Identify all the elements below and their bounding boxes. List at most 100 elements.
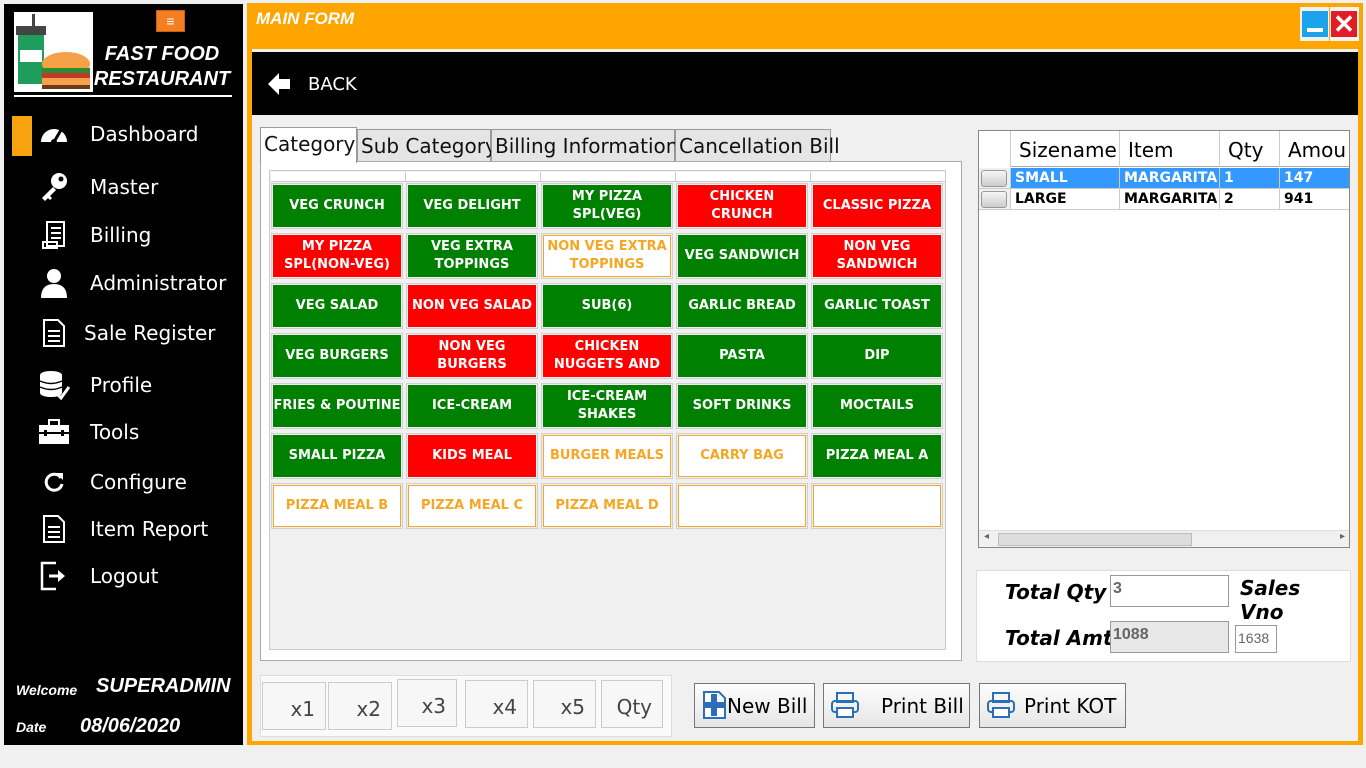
column-header-qty[interactable]: Qty [1220, 131, 1280, 167]
category-button-label: ICE-CREAM SHAKES [543, 385, 671, 427]
horizontal-scrollbar[interactable]: ◂ ▸ [979, 530, 1349, 547]
category-button[interactable]: VEG DELIGHT [406, 183, 538, 229]
category-button[interactable]: VEG SANDWICH [676, 233, 808, 279]
sidebar-item-configure[interactable]: Configure [4, 463, 243, 501]
category-button[interactable]: CHICKEN CRUNCH [676, 183, 808, 229]
sidebar-item-administrator[interactable]: Administrator [4, 264, 243, 302]
qty-x3-button[interactable]: x3 [397, 679, 457, 727]
category-button[interactable]: FRIES & POUTINE [271, 383, 403, 429]
toolbox-icon [37, 415, 71, 449]
category-button[interactable] [811, 483, 943, 529]
column-header-item[interactable]: Item [1120, 131, 1220, 167]
cell-item: MARGARITA [1120, 168, 1220, 189]
restaurant-logo [14, 12, 93, 92]
sidebar-item-dashboard[interactable]: Dashboard [4, 115, 243, 153]
row-selector[interactable] [979, 168, 1011, 189]
category-button-label: NON VEG EXTRA TOPPINGS [543, 235, 671, 277]
category-button[interactable]: NON VEG SANDWICH [811, 233, 943, 279]
category-button[interactable]: PIZZA MEAL C [406, 483, 538, 529]
category-button[interactable]: MOCTAILS [811, 383, 943, 429]
category-button[interactable]: VEG SALAD [271, 283, 403, 329]
qty-x5-button[interactable]: x5 [533, 680, 596, 728]
category-button[interactable]: ICE-CREAM [406, 383, 538, 429]
hamburger-icon[interactable]: ≡ [156, 10, 185, 32]
category-button[interactable]: NON VEG SALAD [406, 283, 538, 329]
category-button-label: PIZZA MEAL B [273, 485, 401, 527]
column-header-sizename[interactable]: Sizename [1011, 131, 1120, 167]
table-row[interactable]: LARGE MARGARITA 2 941 [979, 189, 1349, 210]
print-kot-button[interactable]: Print KOT [979, 683, 1126, 728]
sidebar-item-master[interactable]: Master [4, 168, 243, 206]
tab-cancellation-bill[interactable]: Cancellation Bill [675, 129, 840, 162]
category-button[interactable]: MY PIZZA SPL(NON-VEG) [271, 233, 403, 279]
tab-billing-information[interactable]: Billing Information [491, 129, 678, 162]
welcome-user: SUPERADMIN [96, 675, 231, 697]
sidebar-item-item-report[interactable]: Item Report [4, 510, 243, 548]
category-button[interactable]: ICE-CREAM SHAKES [541, 383, 673, 429]
category-button[interactable]: DIP [811, 333, 943, 379]
category-button-label: SOFT DRINKS [678, 385, 806, 427]
category-button[interactable]: VEG CRUNCH [271, 183, 403, 229]
qty-x1-button[interactable]: x1 [262, 682, 326, 730]
category-button[interactable]: PIZZA MEAL D [541, 483, 673, 529]
minimize-button[interactable] [1300, 7, 1329, 41]
category-button[interactable]: CLASSIC PIZZA [811, 183, 943, 229]
sidebar-item-label: Billing [90, 223, 152, 247]
row-selector[interactable] [979, 189, 1011, 210]
sidebar-item-profile[interactable]: Profile [4, 366, 243, 404]
tab-sub-category[interactable]: Sub Category [357, 129, 497, 162]
close-button[interactable]: ✕ [1330, 7, 1359, 41]
sidebar-item-tools[interactable]: Tools [4, 413, 243, 451]
tab-category[interactable]: Category [260, 127, 357, 163]
category-button[interactable]: SUB(6) [541, 283, 673, 329]
category-button[interactable]: VEG BURGERS [271, 333, 403, 379]
sidebar-item-label: Tools [90, 420, 140, 444]
print-bill-button[interactable]: Print Bill [823, 683, 970, 728]
category-button[interactable]: SMALL PIZZA [271, 433, 403, 479]
sidebar-item-sale-register[interactable]: Sale Register [4, 314, 243, 352]
category-button[interactable]: PASTA [676, 333, 808, 379]
category-button-label: ICE-CREAM [408, 385, 536, 427]
new-bill-button[interactable]: New Bill [694, 683, 815, 728]
category-button[interactable]: GARLIC TOAST [811, 283, 943, 329]
arrow-left-icon [266, 71, 292, 102]
scrollbar-thumb[interactable] [998, 533, 1192, 546]
category-button-label: VEG CRUNCH [273, 185, 401, 227]
category-button[interactable]: NON VEG EXTRA TOPPINGS [541, 233, 673, 279]
sidebar-item-logout[interactable]: Logout [4, 557, 243, 595]
back-bar[interactable]: BACK [252, 52, 1358, 115]
category-button-label: SUB(6) [543, 285, 671, 327]
category-button[interactable]: MY PIZZA SPL(VEG) [541, 183, 673, 229]
table-row[interactable]: SMALL MARGARITA 1 147 [979, 168, 1349, 189]
qty-custom-button[interactable]: Qty [601, 680, 663, 728]
print-kot-label: Print KOT [1024, 694, 1117, 718]
category-button[interactable]: PIZZA MEAL A [811, 433, 943, 479]
order-items-grid[interactable]: Sizename Item Qty Amou SMALL MARGARITA 1… [978, 130, 1350, 548]
category-button[interactable] [676, 483, 808, 529]
category-button[interactable]: SOFT DRINKS [676, 383, 808, 429]
category-button[interactable]: VEG EXTRA TOPPINGS [406, 233, 538, 279]
scroll-right-icon[interactable]: ▸ [1340, 531, 1345, 542]
category-button-label: MOCTAILS [813, 385, 941, 427]
total-qty-field[interactable]: 3 [1110, 575, 1229, 607]
qty-x2-button[interactable]: x2 [328, 682, 392, 730]
total-qty-label: Total Qty [1005, 580, 1107, 604]
column-header-amount[interactable]: Amou [1280, 131, 1349, 167]
category-button[interactable]: BURGER MEALS [541, 433, 673, 479]
category-button[interactable]: CHICKEN NUGGETS AND [541, 333, 673, 379]
category-button-label: VEG SANDWICH [678, 235, 806, 277]
key-icon [37, 170, 71, 204]
category-button[interactable]: KIDS MEAL [406, 433, 538, 479]
sidebar-item-label: Sale Register [84, 321, 216, 345]
scroll-left-icon[interactable]: ◂ [984, 531, 989, 542]
category-button[interactable]: CARRY BAG [676, 433, 808, 479]
category-button[interactable]: GARLIC BREAD [676, 283, 808, 329]
category-button[interactable]: PIZZA MEAL B [271, 483, 403, 529]
qty-x4-button[interactable]: x4 [465, 680, 528, 728]
category-button[interactable]: NON VEG BURGERS [406, 333, 538, 379]
category-button-label: PASTA [678, 335, 806, 377]
row-header-corner [979, 131, 1011, 167]
category-button-label: PIZZA MEAL A [813, 435, 941, 477]
logout-icon [37, 559, 71, 593]
sidebar-item-billing[interactable]: Billing [4, 216, 243, 254]
